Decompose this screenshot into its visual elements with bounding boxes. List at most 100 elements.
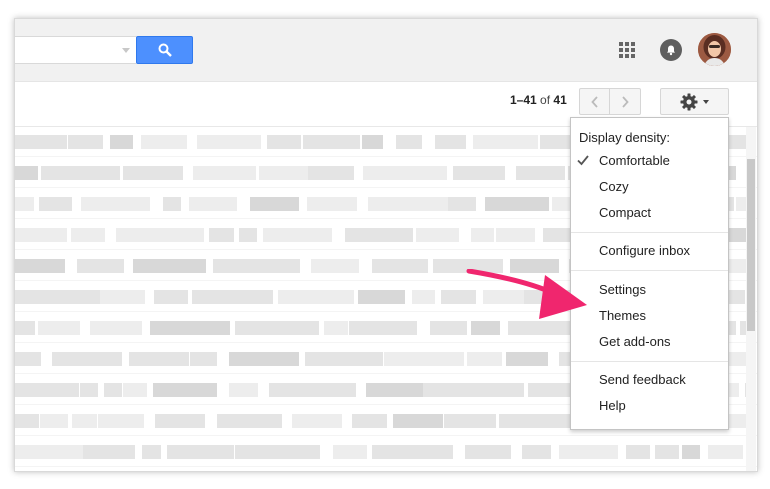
blurred-text xyxy=(352,414,387,428)
density-heading: Display density: xyxy=(579,130,671,145)
settings-gear-button[interactable] xyxy=(660,88,729,115)
blurred-text xyxy=(39,197,72,211)
blurred-text xyxy=(15,259,65,273)
menu-item-cozy[interactable]: Cozy xyxy=(571,175,728,199)
blurred-text xyxy=(143,228,204,242)
blurred-text xyxy=(430,321,467,335)
blurred-text xyxy=(15,228,67,242)
menu-item-label: Get add-ons xyxy=(599,334,671,349)
blurred-text xyxy=(496,228,535,242)
notifications-button[interactable] xyxy=(660,39,682,61)
blurred-text xyxy=(393,414,443,428)
blurred-text xyxy=(104,383,122,397)
menu-item-settings[interactable]: Settings xyxy=(571,278,728,302)
blurred-text xyxy=(15,383,79,397)
blurred-text xyxy=(506,352,548,366)
blurred-text xyxy=(213,259,300,273)
blurred-text xyxy=(209,228,234,242)
menu-item-label: Cozy xyxy=(599,179,629,194)
blurred-text xyxy=(192,290,273,304)
blurred-text xyxy=(626,445,650,459)
newer-button[interactable] xyxy=(579,88,610,115)
search-options-caret-icon[interactable] xyxy=(122,48,130,53)
blurred-text xyxy=(68,135,103,149)
blurred-text xyxy=(559,445,618,459)
blurred-text xyxy=(229,383,258,397)
chevron-left-icon xyxy=(590,95,598,108)
chevron-right-icon xyxy=(622,95,629,108)
menu-item-configure-inbox[interactable]: Configure inbox xyxy=(571,239,728,263)
menu-item-label: Settings xyxy=(599,282,646,297)
blurred-text xyxy=(307,197,357,211)
blurred-text xyxy=(153,383,217,397)
blurred-text xyxy=(190,352,217,366)
menu-item-comfortable[interactable]: Comfortable xyxy=(571,149,728,173)
menu-item-label: Comfortable xyxy=(599,153,670,168)
top-header xyxy=(15,19,757,82)
blurred-text xyxy=(362,135,383,149)
blurred-text xyxy=(363,166,447,180)
blurred-text xyxy=(485,197,549,211)
pager-range: 1–41 xyxy=(510,93,537,107)
scrollbar[interactable] xyxy=(746,127,756,471)
blurred-text xyxy=(333,445,367,459)
scrollbar-thumb[interactable] xyxy=(747,159,755,331)
blurred-text xyxy=(193,166,256,180)
menu-divider xyxy=(571,270,728,271)
blurred-text xyxy=(453,166,505,180)
settings-dropdown-menu: Display density: Comfortable Cozy Compac… xyxy=(570,117,729,430)
blurred-text xyxy=(52,352,122,366)
blurred-text xyxy=(38,321,80,335)
blurred-text xyxy=(15,135,67,149)
blurred-text xyxy=(15,197,34,211)
menu-item-label: Help xyxy=(599,398,626,413)
pager-of-label: of xyxy=(540,93,551,107)
blurred-text xyxy=(15,414,39,428)
blurred-text xyxy=(366,383,423,397)
blurred-text xyxy=(116,228,143,242)
blurred-text xyxy=(80,383,98,397)
menu-item-help[interactable]: Help xyxy=(571,394,728,418)
blurred-text xyxy=(292,414,342,428)
blurred-text xyxy=(77,259,124,273)
blurred-text xyxy=(141,135,187,149)
pager-count: 1–41 of 41 xyxy=(510,93,567,107)
blurred-text xyxy=(324,321,348,335)
older-button[interactable] xyxy=(610,88,641,115)
blurred-text xyxy=(40,414,68,428)
menu-item-themes[interactable]: Themes xyxy=(571,304,728,328)
blurred-text xyxy=(372,445,453,459)
blurred-text xyxy=(384,352,464,366)
blurred-text xyxy=(308,166,354,180)
blurred-text xyxy=(15,290,100,304)
blurred-text xyxy=(189,197,237,211)
blurred-text xyxy=(71,228,105,242)
blurred-text xyxy=(412,290,435,304)
check-icon xyxy=(577,155,589,166)
menu-item-compact[interactable]: Compact xyxy=(571,201,728,225)
blurred-text xyxy=(423,383,462,397)
annotation-arrow-icon xyxy=(466,269,587,319)
blurred-text xyxy=(473,135,538,149)
blurred-text xyxy=(267,135,301,149)
blurred-text xyxy=(83,445,135,459)
blurred-text xyxy=(90,321,142,335)
gear-caret-icon xyxy=(703,99,709,104)
blurred-text xyxy=(129,352,189,366)
menu-item-get-addons[interactable]: Get add-ons xyxy=(571,330,728,354)
blurred-text xyxy=(467,352,502,366)
blurred-text xyxy=(462,383,524,397)
avatar[interactable] xyxy=(698,33,731,66)
search-input[interactable] xyxy=(15,36,136,64)
blurred-text xyxy=(435,135,466,149)
blurred-text xyxy=(305,352,383,366)
blurred-text xyxy=(345,228,413,242)
menu-item-send-feedback[interactable]: Send feedback xyxy=(571,368,728,392)
blurred-text xyxy=(522,445,551,459)
table-row[interactable] xyxy=(15,437,757,467)
blurred-text xyxy=(396,135,422,149)
search-button[interactable] xyxy=(136,36,193,64)
blurred-text xyxy=(100,290,145,304)
apps-grid-icon[interactable] xyxy=(619,42,635,58)
blurred-text xyxy=(358,290,405,304)
